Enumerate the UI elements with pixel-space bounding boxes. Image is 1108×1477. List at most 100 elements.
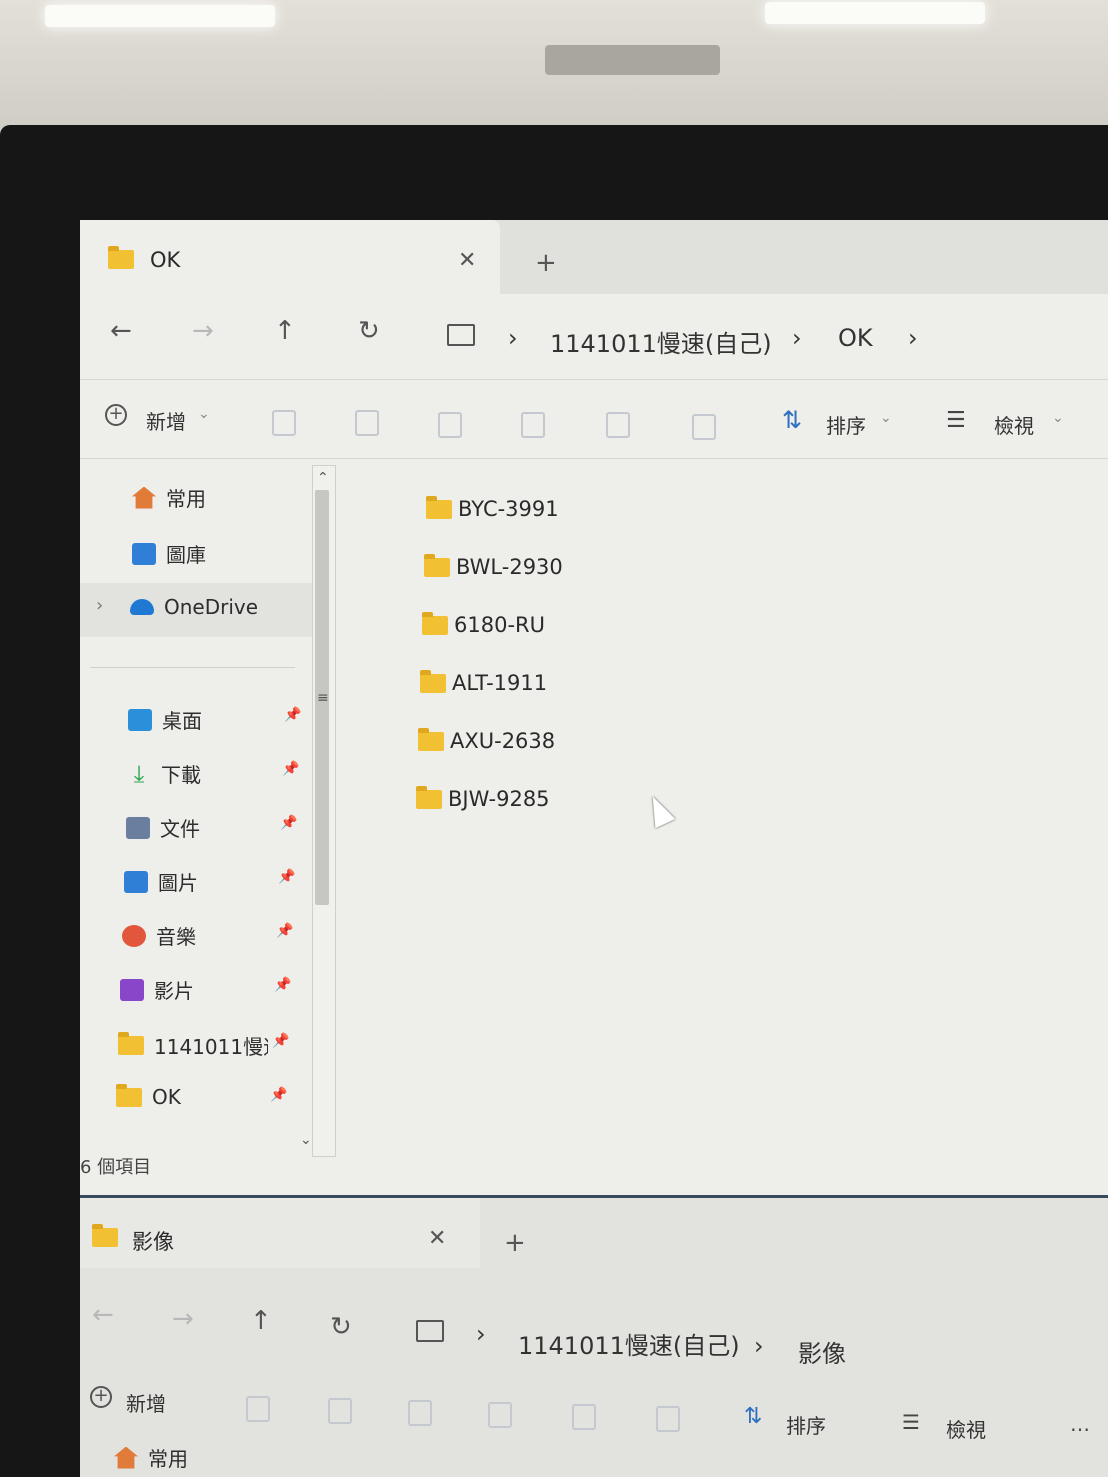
sidebar-item-label: 桌面 — [162, 709, 202, 733]
sort-icon[interactable]: ⇅ — [782, 406, 802, 434]
forward-arrow-icon[interactable]: → — [192, 316, 214, 346]
list-item[interactable]: 6180-RU — [422, 611, 545, 637]
sort-icon[interactable]: ⇅ — [744, 1404, 762, 1429]
sidebar-item-home[interactable]: 常用 — [114, 1443, 188, 1472]
chevron-up-icon[interactable]: ⌃ — [317, 470, 329, 486]
sidebar-item-pictures[interactable]: 圖片 — [124, 867, 198, 896]
pin-icon[interactable]: 📌 — [282, 761, 299, 777]
folder-icon — [116, 1083, 142, 1107]
sidebar-item-gallery[interactable]: 圖庫 — [132, 539, 206, 568]
tab-ok[interactable]: OK ✕ — [80, 220, 500, 294]
pin-icon[interactable]: 📌 — [272, 1033, 289, 1049]
sidebar-item-label: OK — [152, 1085, 181, 1109]
up-arrow-icon[interactable]: ↑ — [274, 316, 296, 346]
sidebar-item-desktop[interactable]: 桌面 — [128, 705, 202, 734]
sidebar-item-label: 音樂 — [156, 925, 196, 949]
paste-icon[interactable] — [438, 412, 462, 438]
new-button-label[interactable]: 新增 — [146, 406, 186, 435]
chevron-down-icon[interactable]: ⌄ — [300, 1132, 312, 1148]
new-tab-button[interactable]: + — [504, 1228, 526, 1258]
refresh-icon[interactable]: ↻ — [358, 316, 380, 346]
plus-circle-icon: + — [90, 1386, 112, 1408]
tab-title: 影像 — [132, 1230, 174, 1254]
chevron-down-icon[interactable]: ⌄ — [880, 410, 892, 426]
back-arrow-icon[interactable]: ← — [110, 316, 132, 346]
pin-icon[interactable]: 📌 — [278, 869, 295, 885]
sidebar-item-home[interactable]: 常用 — [132, 483, 206, 512]
up-arrow-icon[interactable]: ↑ — [250, 1306, 272, 1336]
folder-icon — [416, 785, 442, 809]
sort-button-label[interactable]: 排序 — [826, 410, 866, 439]
ceiling-light — [765, 2, 985, 24]
refresh-icon[interactable]: ↻ — [330, 1312, 352, 1342]
sidebar-item-folder-1141011[interactable]: 1141011慢速 — [118, 1031, 268, 1060]
cut-icon[interactable] — [272, 410, 296, 436]
sidebar-separator — [90, 667, 295, 668]
list-item[interactable]: AXU-2638 — [418, 727, 555, 753]
pin-icon[interactable]: 📌 — [276, 923, 293, 939]
file-name: BYC-3991 — [458, 497, 559, 521]
pin-icon[interactable]: 📌 — [284, 707, 301, 723]
close-tab-icon[interactable]: ✕ — [458, 248, 476, 273]
delete-icon[interactable] — [656, 1406, 680, 1432]
pin-icon[interactable]: 📌 — [280, 815, 297, 831]
sidebar-item-onedrive[interactable]: OneDrive — [130, 595, 258, 619]
breadcrumb-segment[interactable]: OK — [838, 324, 873, 352]
chevron-right-icon: › — [754, 1332, 764, 1360]
tab-images[interactable]: 影像 ✕ — [80, 1198, 480, 1268]
new-button-label[interactable]: 新增 — [126, 1388, 166, 1417]
list-item[interactable]: ALT-1911 — [420, 669, 547, 695]
chevron-down-icon[interactable]: ⌄ — [1052, 410, 1064, 426]
file-name: 6180-RU — [454, 613, 545, 637]
pin-icon[interactable]: 📌 — [274, 977, 291, 993]
new-tab-button[interactable]: + — [535, 248, 557, 278]
view-lines-icon[interactable]: ☰ — [946, 408, 966, 433]
download-icon: ⤓ — [133, 759, 145, 788]
copy-icon[interactable] — [328, 1398, 352, 1424]
share-icon[interactable] — [572, 1404, 596, 1430]
paste-icon[interactable] — [408, 1400, 432, 1426]
view-button-label[interactable]: 檢視 — [994, 410, 1034, 439]
cut-icon[interactable] — [246, 1396, 270, 1422]
pictures-icon — [124, 870, 148, 893]
copy-icon[interactable] — [355, 410, 379, 436]
document-icon — [126, 816, 150, 839]
breadcrumb-segment[interactable]: 1141011慢速(自己) — [518, 1326, 740, 1361]
sidebar-item-folder-ok[interactable]: OK — [116, 1083, 181, 1109]
more-options-icon[interactable]: … — [1070, 1412, 1090, 1436]
share-icon[interactable] — [606, 412, 630, 438]
sidebar-item-label: 圖片 — [158, 871, 198, 895]
folder-icon — [418, 727, 444, 751]
sidebar-item-music[interactable]: 音樂 — [122, 921, 196, 950]
folder-icon — [424, 553, 450, 577]
sidebar-item-documents[interactable]: 文件 — [126, 813, 200, 842]
sidebar-item-label: 1141011慢速 — [154, 1035, 268, 1059]
sidebar-item-downloads[interactable]: ⤓ 下載 — [127, 759, 201, 788]
view-button-label[interactable]: 檢視 — [946, 1414, 986, 1443]
close-tab-icon[interactable]: ✕ — [428, 1226, 446, 1251]
view-lines-icon[interactable]: ☰ — [902, 1410, 920, 1434]
cloud-icon — [130, 599, 154, 615]
chevron-right-icon[interactable]: › — [96, 595, 103, 616]
forward-arrow-icon[interactable]: → — [172, 1304, 194, 1334]
file-explorer-window-images: 影像 ✕ + ← → ↑ ↻ › 1141011慢速(自己) › 影像 + 新增… — [80, 1195, 1108, 1477]
pin-icon[interactable]: 📌 — [270, 1087, 287, 1103]
scroll-grip-icon: ≡ — [317, 690, 329, 706]
delete-icon[interactable] — [692, 414, 716, 440]
this-pc-icon[interactable] — [416, 1320, 444, 1342]
chevron-right-icon: › — [792, 324, 802, 352]
sidebar-item-label: OneDrive — [164, 595, 259, 619]
home-icon — [114, 1446, 138, 1469]
rename-icon[interactable] — [488, 1402, 512, 1428]
list-item[interactable]: BYC-3991 — [426, 495, 559, 521]
back-arrow-icon[interactable]: ← — [92, 1300, 114, 1330]
chevron-right-icon[interactable]: › — [908, 324, 918, 352]
sidebar-item-videos[interactable]: 影片 — [120, 975, 194, 1004]
chevron-down-icon[interactable]: ⌄ — [198, 406, 210, 422]
sort-button-label[interactable]: 排序 — [786, 1410, 826, 1439]
list-item[interactable]: BWL-2930 — [424, 553, 563, 579]
list-item[interactable]: BJW-9285 — [416, 785, 550, 811]
rename-icon[interactable] — [521, 412, 545, 438]
breadcrumb-segment[interactable]: 1141011慢速(自己) — [550, 324, 772, 359]
this-pc-icon[interactable] — [447, 324, 475, 346]
